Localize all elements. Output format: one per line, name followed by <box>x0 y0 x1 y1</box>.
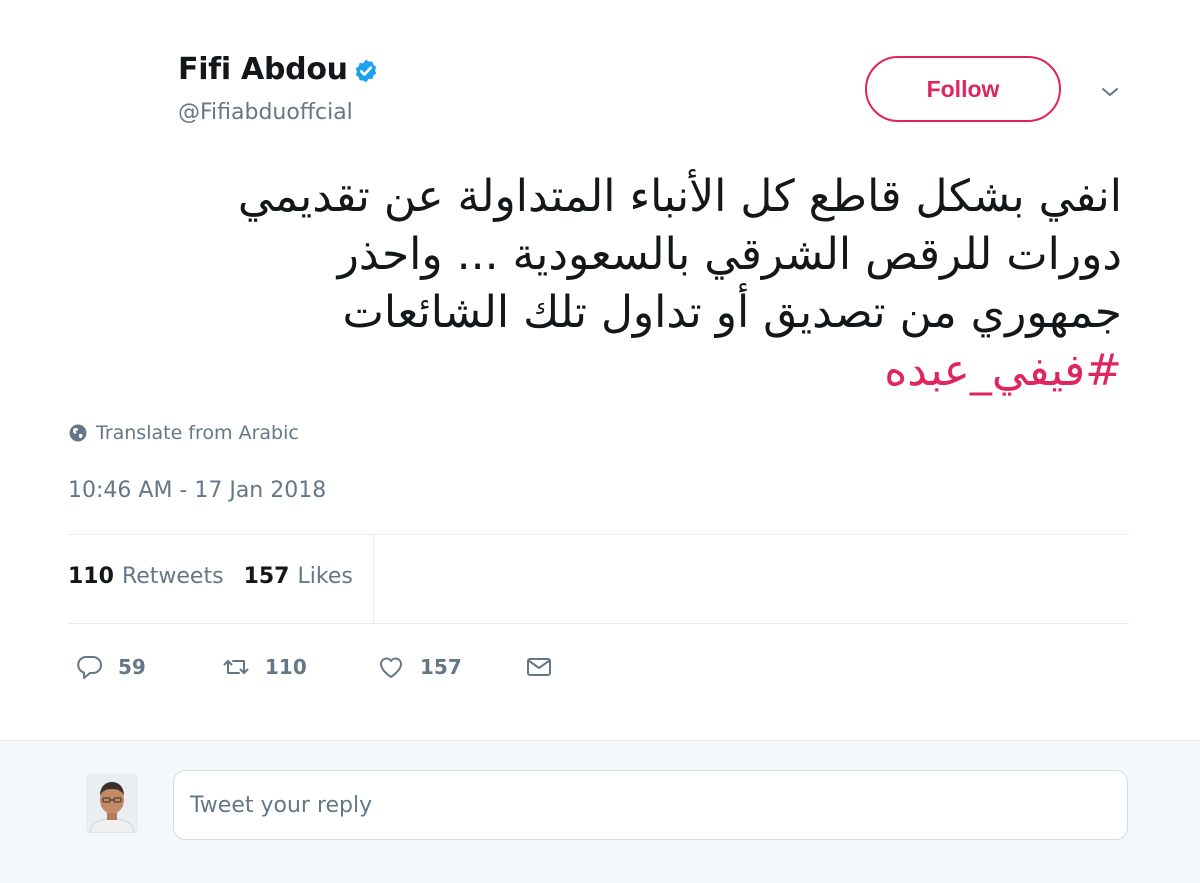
tweet-text-line: دورات للرقص الشرقي بالسعودية ... واحذر <box>337 229 1122 280</box>
author-name[interactable]: Fifi Abdou <box>178 52 348 87</box>
reply-count: 59 <box>118 655 146 679</box>
verified-badge-icon <box>355 59 377 83</box>
direct-message-icon <box>527 658 551 676</box>
reply-button[interactable]: 59 <box>74 652 221 682</box>
tweet-text-line: جمهوري من تصديق أو تداول تلك الشائعات <box>342 287 1123 338</box>
chevron-down-icon[interactable] <box>1098 80 1122 104</box>
globe-icon <box>69 424 87 442</box>
reply-input[interactable] <box>173 770 1128 840</box>
retweet-count: 110 <box>265 655 307 679</box>
tweet-text: انفي بشكل قاطع كل الأنباء المتداولة عن ت… <box>62 168 1122 400</box>
reply-icon <box>77 656 102 679</box>
stats-divider <box>373 535 374 623</box>
avatar[interactable] <box>86 773 138 833</box>
like-button[interactable]: 157 <box>376 652 524 682</box>
retweet-button[interactable]: 110 <box>221 652 376 682</box>
like-icon <box>380 657 402 678</box>
author-handle[interactable]: @Fifiabduoffcial <box>178 100 353 125</box>
tweet-stats: 110 Retweets 157 Likes <box>68 564 353 589</box>
translate-link[interactable]: Translate from Arabic <box>68 422 299 444</box>
direct-message-button[interactable] <box>524 652 554 682</box>
tweet-text-line: انفي بشكل قاطع كل الأنباء المتداولة عن ت… <box>237 171 1122 222</box>
hashtag-link[interactable]: #فيفي_عبده <box>62 342 1122 400</box>
translate-label[interactable]: Translate from Arabic <box>96 422 299 444</box>
follow-button[interactable]: Follow <box>865 56 1061 122</box>
likes-stat[interactable]: 157 Likes <box>244 564 353 589</box>
tweet-actions: 59 110 157 <box>74 652 554 682</box>
tweet-timestamp[interactable]: 10:46 AM - 17 Jan 2018 <box>68 478 326 503</box>
like-count: 157 <box>420 655 462 679</box>
retweets-stat[interactable]: 110 Retweets <box>68 564 224 589</box>
divider <box>68 623 1129 624</box>
divider <box>68 534 1129 535</box>
retweet-icon <box>223 660 249 674</box>
